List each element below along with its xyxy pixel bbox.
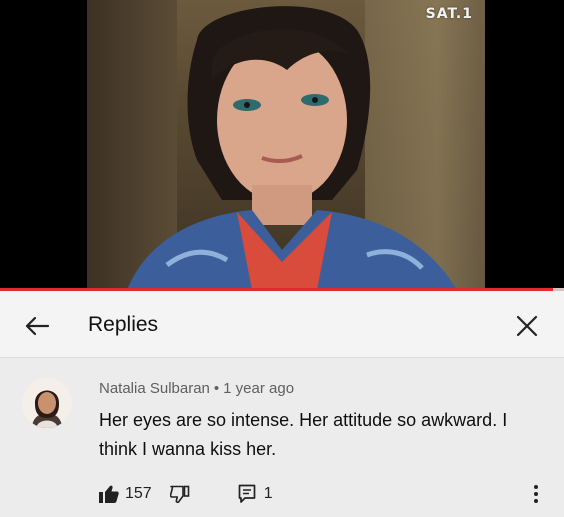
comment-time: 1 year ago (223, 380, 295, 397)
back-button[interactable] (20, 309, 54, 343)
channel-logo: SAT.1 (425, 6, 473, 22)
avatar[interactable] (22, 378, 72, 428)
reply-button[interactable]: 1 (238, 484, 273, 504)
thumbs-down-icon (169, 485, 190, 503)
comment-author[interactable]: Natalia Sulbaran (99, 380, 210, 397)
close-button[interactable] (510, 309, 544, 343)
more-vert-icon-dot (534, 492, 538, 496)
replies-header: Replies (0, 291, 564, 358)
thumbs-up-icon (99, 485, 119, 503)
replies-title: Replies (88, 313, 159, 336)
comment-actions: 157 1 (99, 482, 273, 506)
video-frame[interactable]: SAT.1 (87, 0, 485, 290)
comment-meta: Natalia Sulbaran • 1 year ago (99, 380, 294, 397)
comment-text: Her eyes are so intense. Her attitude so… (99, 410, 508, 459)
comment-item: Natalia Sulbaran • 1 year ago Her eyes are… (0, 358, 564, 517)
reply-count: 1 (263, 485, 273, 502)
reply-icon (238, 484, 256, 503)
back-arrow-icon (25, 316, 50, 336)
more-vert-icon (534, 485, 538, 489)
dislike-button[interactable] (169, 485, 190, 503)
like-count: 157 (125, 485, 152, 502)
video-still-person (127, 6, 457, 290)
meta-separator: • (213, 380, 220, 397)
like-button[interactable]: 157 (99, 485, 152, 503)
video-player[interactable]: SAT.1 (0, 0, 564, 291)
more-vert-icon-dot (534, 499, 538, 503)
more-options-button[interactable] (528, 482, 544, 506)
avatar-photo (22, 378, 72, 428)
close-icon (516, 315, 538, 337)
